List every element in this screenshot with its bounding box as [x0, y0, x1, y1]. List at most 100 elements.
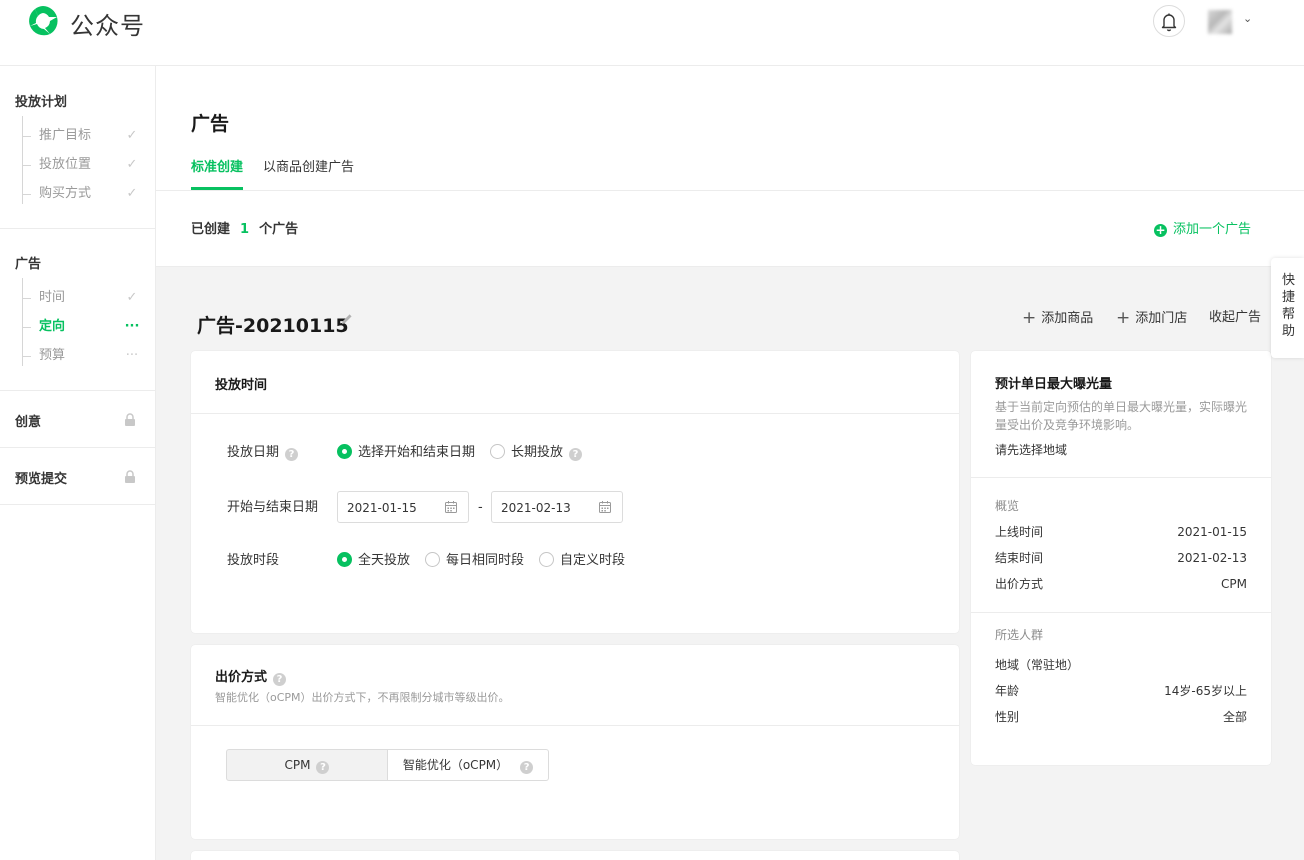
divider: [191, 413, 959, 414]
sidebar-section-creative[interactable]: 创意: [15, 411, 41, 430]
estimate-title: 预计单日最大曝光量: [995, 377, 1113, 392]
quick-help-label: 快捷帮助: [1282, 273, 1296, 339]
calendar-icon: [445, 501, 457, 513]
help-icon[interactable]: ?: [285, 448, 299, 461]
logo-text: 公众号: [70, 12, 145, 40]
check-icon: ✓: [126, 186, 138, 201]
sidebar-step-time[interactable]: 时间 ✓: [22, 288, 154, 308]
check-icon: ✓: [126, 290, 138, 305]
overview-key: 出价方式: [995, 577, 1044, 591]
overview-value: 2021-02-13: [1177, 551, 1247, 565]
radio-label: 选择开始和结束日期: [358, 445, 476, 460]
divider: [156, 190, 1304, 191]
end-date-input[interactable]: 2021-02-13: [491, 491, 623, 523]
tree-dash: [22, 356, 31, 357]
tree-dash: [22, 194, 31, 195]
sidebar-section-ad[interactable]: 广告: [15, 253, 41, 272]
bid-title: 出价方式: [215, 670, 268, 685]
step-label: 定向: [39, 319, 66, 334]
sidebar-step-budget[interactable]: 预算 ···: [22, 346, 154, 366]
radio-indicator: [539, 552, 554, 567]
estimate-panel: 预计单日最大曝光量 基于当前定向预估的单日最大曝光量，实际曝光量受出价及竞争环境…: [971, 351, 1271, 765]
radio-select-dates[interactable]: 选择开始和结束日期: [337, 443, 475, 463]
plus-icon: +: [1022, 308, 1037, 328]
radio-custom-period[interactable]: 自定义时段: [539, 551, 625, 571]
radio-indicator: [425, 552, 440, 567]
help-icon[interactable]: ?: [569, 448, 583, 461]
divider: [0, 228, 155, 229]
help-icon[interactable]: ?: [316, 761, 330, 774]
bid-option-cpm[interactable]: CPM?: [226, 749, 388, 781]
radio-daily-same-period[interactable]: 每日相同时段: [425, 551, 524, 571]
tree-dash: [22, 136, 31, 137]
quick-help-tab[interactable]: 快捷帮助: [1271, 258, 1304, 358]
overview-key: 上线时间: [995, 525, 1044, 539]
end-date-value: 2021-02-13: [501, 501, 571, 515]
notification-button[interactable]: [1153, 5, 1185, 37]
bid-description: 智能优化（oCPM）出价方式下，不再限制分城市等级出价。: [215, 691, 510, 704]
add-store-label: 添加门店: [1135, 311, 1188, 326]
divider: [0, 447, 155, 448]
range-label: 开始与结束日期: [227, 500, 319, 515]
more-dots-icon: ···: [125, 348, 139, 363]
radio-indicator: [337, 552, 352, 567]
sidebar-section-plan[interactable]: 投放计划: [15, 91, 67, 110]
wechat-logo-icon[interactable]: [26, 4, 60, 38]
step-label: 预算: [39, 348, 66, 363]
pencil-icon[interactable]: [340, 312, 354, 326]
check-icon: ✓: [126, 128, 138, 143]
add-product-button[interactable]: + 添加商品: [1022, 308, 1093, 329]
radio-label: 自定义时段: [560, 553, 626, 568]
audience-label: 所选人群: [995, 628, 1044, 642]
step-label: 时间: [39, 290, 66, 305]
tree-dash: [22, 165, 31, 166]
bid-card: 出价方式? 智能优化（oCPM）出价方式下，不再限制分城市等级出价。: [191, 645, 959, 839]
sidebar-step-position[interactable]: 投放位置 ✓: [22, 155, 154, 175]
divider: [971, 477, 1271, 478]
overview-key: 结束时间: [995, 551, 1044, 565]
audience-value: 全部: [1222, 710, 1247, 724]
card-title: 出价方式?: [215, 666, 287, 686]
sidebar-step-goal[interactable]: 推广目标 ✓: [22, 126, 154, 146]
overview-value: CPM: [1221, 577, 1247, 591]
calendar-icon: [599, 501, 611, 513]
divider: [0, 390, 155, 391]
divider: [191, 725, 959, 726]
card-title: 投放时间: [215, 378, 268, 393]
collapse-ad-button[interactable]: 收起广告: [1209, 308, 1261, 328]
audience-value: 14岁-65岁以上: [1164, 684, 1247, 698]
overview-value: 2021-01-15: [1177, 525, 1247, 539]
option-label: 智能优化（oCPM）: [402, 758, 509, 772]
date-range-separator: -: [478, 500, 483, 515]
next-card: [191, 851, 959, 860]
more-dots-icon: ···: [124, 319, 140, 334]
top-bar: 公众号 ⌄: [0, 0, 1304, 66]
radio-long-term[interactable]: 长期投放?: [490, 443, 583, 463]
avatar[interactable]: [1208, 10, 1232, 34]
add-store-button[interactable]: + 添加门店: [1116, 308, 1187, 329]
start-date-input[interactable]: 2021-01-15: [337, 491, 469, 523]
lock-icon: [125, 413, 135, 426]
radio-all-day[interactable]: 全天投放: [337, 551, 410, 571]
date-label: 投放日期: [227, 445, 280, 460]
audience-key: 性别: [995, 710, 1020, 724]
help-icon[interactable]: ?: [273, 673, 287, 686]
created-count: 1: [240, 222, 250, 237]
bell-icon: [1161, 13, 1177, 32]
sidebar-section-preview-submit[interactable]: 预览提交: [15, 468, 67, 487]
sidebar-step-buy-method[interactable]: 购买方式 ✓: [22, 184, 154, 204]
add-ad-button[interactable]: + 添加一个广告: [1154, 218, 1251, 237]
chevron-down-icon[interactable]: ⌄: [1243, 12, 1252, 25]
tree-dash: [22, 298, 31, 299]
start-date-value: 2021-01-15: [347, 501, 417, 515]
bid-option-ocpm[interactable]: 智能优化（oCPM）?: [387, 749, 549, 781]
tab-create-by-product[interactable]: 以商品创建广告: [263, 158, 354, 178]
created-prefix: 已创建: [191, 222, 231, 237]
estimate-hint: 请先选择地域: [995, 443, 1068, 457]
tab-standard-create[interactable]: 标准创建: [191, 158, 243, 178]
divider: [0, 504, 155, 505]
sidebar-step-targeting[interactable]: 定向 ···: [22, 317, 154, 337]
divider: [971, 612, 1271, 613]
step-label: 投放位置: [39, 157, 92, 172]
help-icon[interactable]: ?: [520, 761, 534, 774]
